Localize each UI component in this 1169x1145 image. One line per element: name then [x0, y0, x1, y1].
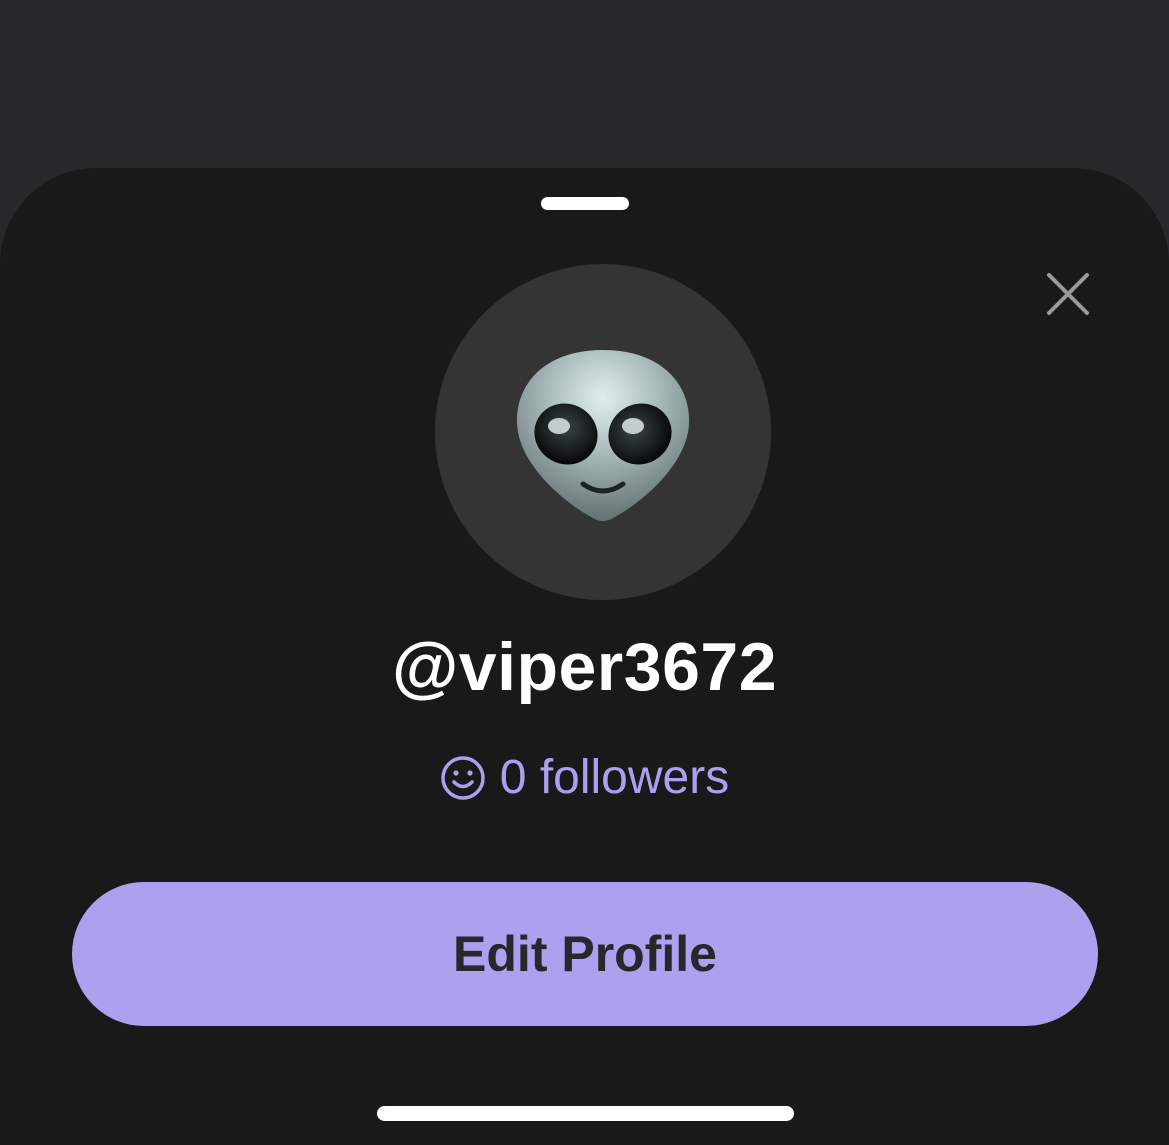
alien-face-icon: [516, 350, 690, 521]
sheet-grabber[interactable]: [541, 197, 629, 210]
edit-profile-label: Edit Profile: [453, 926, 717, 982]
smiley-icon: [440, 755, 486, 801]
followers-count-label: 0 followers: [499, 751, 730, 804]
username: @viper3672: [391, 629, 778, 705]
close-icon: [1047, 273, 1089, 315]
home-indicator[interactable]: [377, 1106, 794, 1121]
close-button[interactable]: [1040, 266, 1096, 322]
edit-profile-button[interactable]: Edit Profile: [72, 882, 1098, 1026]
followers-link[interactable]: 0 followers: [0, 750, 1169, 805]
